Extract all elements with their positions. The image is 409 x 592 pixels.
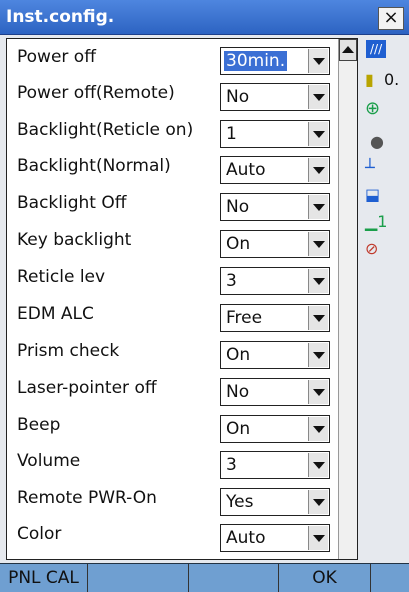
remote-pwr-on-select[interactable]: Yes [220, 488, 330, 516]
softkey-bar: PNL CAL OK [0, 563, 409, 592]
setting-row-edm-alc: EDM ALC Free [7, 300, 357, 334]
select-value: No [226, 87, 250, 107]
beep-select[interactable]: On [220, 415, 330, 443]
setting-row-power-off: Power off 30min. [7, 43, 357, 77]
setting-label: Prism check [17, 341, 120, 361]
scrollbar[interactable] [338, 39, 357, 559]
setting-row-power-off-remote: Power off(Remote) No [7, 79, 357, 113]
title-bar: Inst.config. × [0, 0, 409, 35]
setting-label: Backlight(Normal) [17, 156, 171, 176]
prism-check-select[interactable]: On [220, 341, 330, 369]
softkey-pnl-cal[interactable]: PNL CAL [0, 564, 88, 592]
dropdown-arrow-icon[interactable] [308, 195, 328, 219]
softkey-3[interactable] [189, 564, 279, 592]
setting-label: Remote PWR-On [17, 488, 157, 508]
tilt-icon: ⊕ [365, 98, 381, 119]
setting-label: Beep [17, 415, 61, 435]
edm-alc-select[interactable]: Free [220, 304, 330, 332]
scroll-up-arrow-icon[interactable] [339, 39, 357, 61]
setting-label: EDM ALC [17, 304, 94, 324]
setting-label: Power off [17, 47, 96, 67]
signal-icon: /// [366, 40, 387, 58]
power-off-remote-select[interactable]: No [220, 83, 330, 111]
select-value: 3 [226, 455, 237, 475]
laser-icon: ⊘ [365, 239, 379, 258]
dropdown-arrow-icon[interactable] [308, 526, 328, 550]
select-value: On [226, 234, 251, 254]
dropdown-arrow-icon[interactable] [308, 453, 328, 477]
dropdown-arrow-icon[interactable] [308, 343, 328, 367]
softkey-5[interactable] [371, 564, 409, 592]
setting-row-backlight-reticle: Backlight(Reticle on) 1 [7, 116, 357, 150]
setting-row-beep: Beep On [7, 411, 357, 445]
setting-label: Color [17, 524, 62, 544]
select-value: No [226, 382, 250, 402]
select-value: Free [226, 308, 263, 328]
laser-pointer-off-select[interactable]: No [220, 378, 330, 406]
settings-panel: Power off 30min. Power off(Remote) No Ba… [6, 38, 358, 560]
setting-row-prism-check: Prism check On [7, 337, 357, 371]
select-value: Auto [226, 528, 266, 548]
dropdown-arrow-icon[interactable] [308, 490, 328, 514]
softkey-2[interactable] [88, 564, 189, 592]
dropdown-arrow-icon[interactable] [308, 417, 328, 441]
select-value: 3 [226, 271, 237, 291]
dropdown-arrow-icon[interactable] [308, 269, 328, 293]
lock-icon: ⬓ [365, 185, 381, 204]
setting-row-key-backlight: Key backlight On [7, 226, 357, 260]
mode-icon: ▁1 [365, 212, 388, 231]
key-backlight-select[interactable]: On [220, 230, 330, 258]
setting-label: Backlight Off [17, 193, 127, 213]
setting-label: Backlight(Reticle on) [17, 120, 194, 140]
volume-select[interactable]: 3 [220, 451, 330, 479]
select-value: Auto [226, 160, 266, 180]
setting-row-reticle-lev: Reticle lev 3 [7, 263, 357, 297]
select-value: 30min. [224, 51, 288, 71]
backlight-reticle-select[interactable]: 1 [220, 120, 330, 148]
setting-label: Key backlight [17, 230, 132, 250]
close-button[interactable]: × [378, 7, 404, 30]
window-title: Inst.config. [6, 7, 115, 27]
setting-label: Volume [17, 451, 81, 471]
battery-icon: ▮ [365, 70, 374, 89]
power-off-select[interactable]: 30min. [220, 47, 330, 75]
dropdown-arrow-icon[interactable] [308, 306, 328, 330]
setting-label: Power off(Remote) [17, 83, 175, 103]
color-select[interactable]: Auto [220, 524, 330, 552]
setting-label: Laser-pointer off [17, 378, 157, 398]
select-value: 1 [226, 124, 237, 144]
battery-level-text: 0. [384, 70, 400, 89]
dropdown-arrow-icon[interactable] [308, 122, 328, 146]
select-value: On [226, 345, 251, 365]
target-icon: ● [370, 132, 384, 151]
dropdown-arrow-icon[interactable] [308, 380, 328, 404]
prism-icon: ┴ [365, 158, 375, 177]
dropdown-arrow-icon[interactable] [308, 232, 328, 256]
softkey-ok[interactable]: OK [279, 564, 371, 592]
select-value: On [226, 419, 251, 439]
dropdown-arrow-icon[interactable] [308, 85, 328, 109]
select-value: No [226, 197, 250, 217]
setting-row-backlight-normal: Backlight(Normal) Auto [7, 152, 357, 186]
setting-label: Reticle lev [17, 267, 106, 287]
setting-row-volume: Volume 3 [7, 447, 357, 481]
backlight-normal-select[interactable]: Auto [220, 156, 330, 184]
dropdown-arrow-icon[interactable] [308, 158, 328, 182]
backlight-off-select[interactable]: No [220, 193, 330, 221]
setting-row-remote-pwr-on: Remote PWR-On Yes [7, 484, 357, 518]
reticle-lev-select[interactable]: 3 [220, 267, 330, 295]
setting-row-backlight-off: Backlight Off No [7, 189, 357, 223]
setting-row-color: Color Auto [7, 520, 357, 554]
dropdown-arrow-icon[interactable] [308, 49, 328, 73]
setting-row-laser-pointer-off: Laser-pointer off No [7, 374, 357, 408]
select-value: Yes [226, 492, 254, 512]
status-icons: /// ▮ 0. ⊕ ● ┴ ⬓ ▁1 ⊘ [360, 38, 409, 560]
